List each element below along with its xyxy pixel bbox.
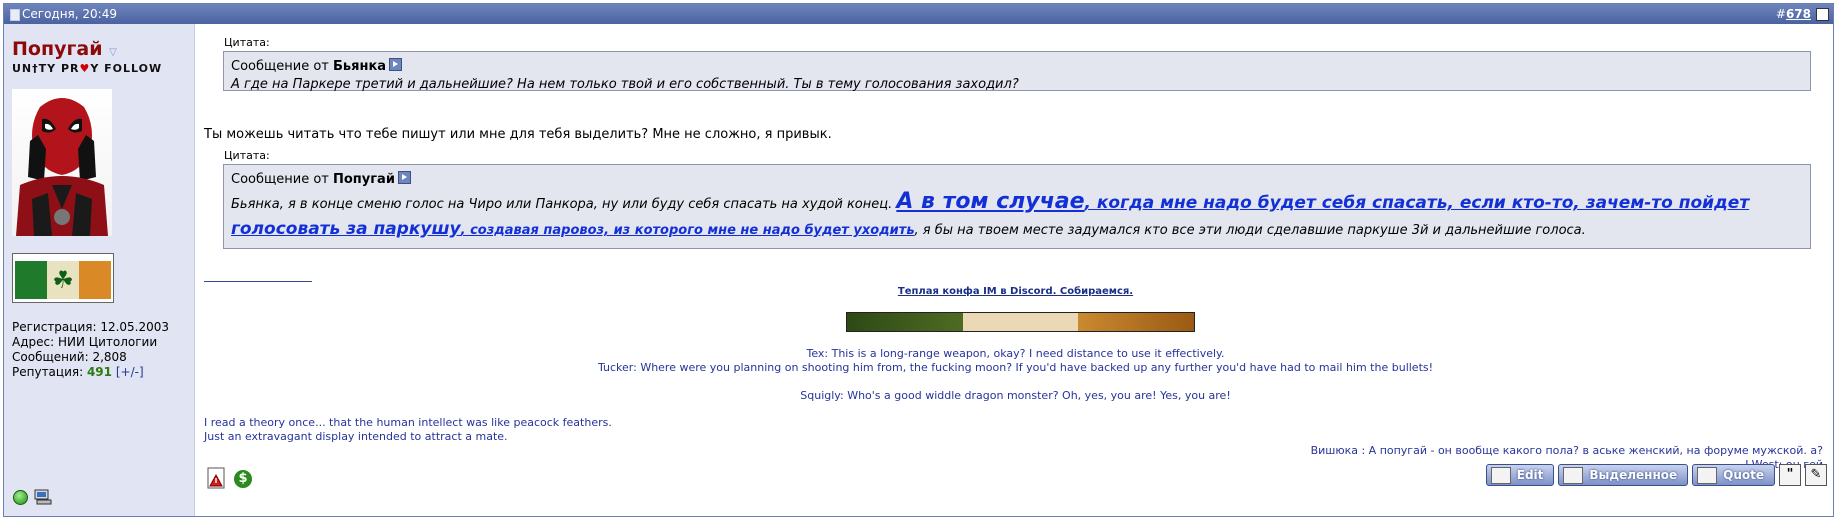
edit-button[interactable]: Edit: [1485, 464, 1555, 486]
quote-text: Бьянка, я в конце сменю голос на Чиро ил…: [231, 189, 1750, 240]
username[interactable]: Попугай ▽: [12, 38, 117, 60]
username-link[interactable]: Попугай: [12, 38, 103, 60]
post-header: Сегодня, 20:49 #678: [4, 4, 1833, 24]
quote-label: Цитата:: [224, 149, 270, 162]
document-icon: [10, 9, 20, 21]
multiquote-icon[interactable]: ": [1779, 464, 1801, 486]
user-title: UN†TY PR♥Y FOLLOW: [12, 62, 163, 75]
signature-quote: Tex: This is a long-range weapon, okay? …: [806, 347, 1225, 360]
post-number-link[interactable]: 678: [1786, 7, 1811, 21]
post-date: Сегодня, 20:49: [22, 7, 117, 21]
status-row: [13, 489, 52, 505]
signature-quote: Just an extravagant display intended to …: [204, 430, 508, 443]
signature-banner: [846, 312, 1195, 332]
discord-link[interactable]: Теплая конфа IM в Discord. Собираемся.: [204, 286, 1827, 297]
user-stats: Регистрация: 12.05.2003 Адрес: НИИ Цитол…: [12, 320, 170, 379]
signature-quote: Tucker: Where were you planning on shoot…: [597, 361, 1434, 374]
quote-button[interactable]: Quote: [1692, 464, 1775, 486]
signature-quote: Вишюка : А попугай - он вообще какого по…: [1310, 444, 1823, 457]
quote-box: Сообщение от Попугай Бьянка, я в конце с…: [223, 164, 1811, 249]
reply-text: Ты можешь читать что тебе пишут или мне …: [204, 127, 832, 142]
quote-label: Цитата:: [224, 36, 270, 49]
quick-reply-icon[interactable]: ✎: [1805, 464, 1827, 486]
quote-author: Бьянка: [332, 59, 387, 74]
emphasis-link: , когда мне надо будет себя спасать, есл…: [1084, 193, 1750, 213]
post-content: Цитата: Сообщение от Бьянка А где на Пар…: [204, 24, 1827, 516]
online-status-icon: [13, 489, 28, 505]
avatar: [12, 89, 112, 236]
reputation-link[interactable]: [+/-]: [116, 365, 144, 379]
quote-text: А где на Паркере третий и дальнейшие? На…: [231, 77, 1019, 92]
registration-date: 12.05.2003: [100, 320, 170, 334]
user-sidebar: Попугай ▽ UN†TY PR♥Y FOLLOW ☘ Регистраци…: [4, 24, 195, 516]
post-action-bar: Edit Выделенное Quote " ✎: [1485, 464, 1827, 486]
dropdown-triangle-icon[interactable]: ▽: [109, 47, 117, 58]
emphasis-link: голосовать за паркушу: [231, 219, 461, 239]
signature-divider: [204, 281, 312, 282]
post-tools: $: [206, 467, 252, 489]
avatar-image: [16, 98, 108, 236]
goto-post-icon[interactable]: [389, 58, 403, 71]
pc-icon: [34, 489, 52, 505]
report-icon[interactable]: [206, 467, 228, 489]
signature-quote: Squigly: Who's a good widdle dragon mons…: [800, 389, 1231, 402]
reputation-icon[interactable]: $: [234, 470, 252, 488]
forum-post: Сегодня, 20:49 #678 Попугай ▽ UN†TY PR♥Y…: [3, 3, 1834, 517]
quote-author-line: Сообщение от Попугай: [231, 171, 1803, 187]
select-post-checkbox[interactable]: [1816, 8, 1829, 21]
quote-author: Попугай: [332, 172, 395, 187]
user-address: НИИ Цитологии: [57, 335, 158, 349]
user-flag: ☘: [12, 253, 114, 303]
post-number: #678: [1775, 7, 1811, 21]
emphasis-link: , создавая паровоз, из которого мне не н…: [460, 223, 915, 238]
clover-icon: ☘: [52, 266, 74, 294]
goto-post-icon[interactable]: [397, 171, 411, 184]
selected-quote-button[interactable]: Выделенное: [1558, 464, 1689, 486]
message-count: 2,808: [92, 350, 127, 364]
quote-author-line: Сообщение от Бьянка: [231, 58, 1803, 74]
reputation-value: 491: [86, 365, 113, 379]
signature-quote: I read a theory once... that the human i…: [204, 416, 612, 429]
quote-box: Сообщение от Бьянка А где на Паркере тре…: [223, 51, 1811, 92]
emphasis-link: А в том случае: [896, 189, 1085, 214]
